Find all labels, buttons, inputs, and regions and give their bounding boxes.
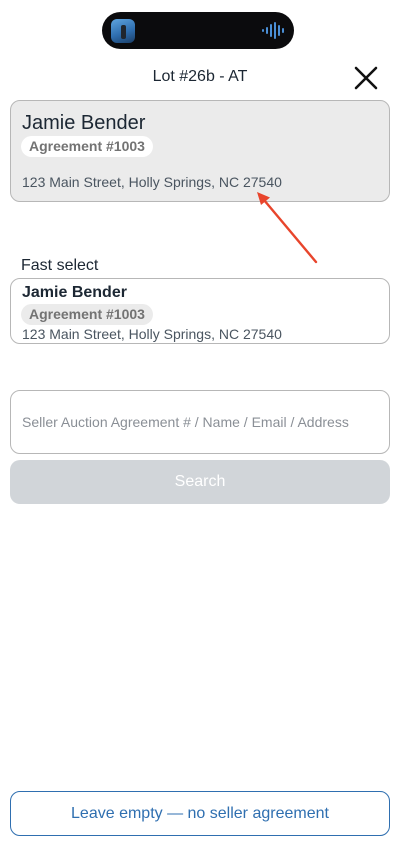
close-icon	[354, 66, 378, 90]
selected-seller-name: Jamie Bender	[22, 112, 146, 134]
search-input[interactable]	[10, 390, 390, 454]
close-button[interactable]	[353, 65, 379, 91]
audio-waveform-icon	[262, 22, 284, 39]
fast-select-seller-address: 123 Main Street, Holly Springs, NC 27540	[22, 326, 282, 342]
selected-agreement-card[interactable]: Jamie Bender Agreement #1003 123 Main St…	[10, 100, 390, 202]
fast-select-label: Fast select	[21, 257, 99, 274]
selected-agreement-badge: Agreement #1003	[21, 136, 153, 157]
selected-seller-address: 123 Main Street, Holly Springs, NC 27540	[22, 174, 282, 190]
leave-empty-button[interactable]: Leave empty — no seller agreement	[10, 791, 390, 836]
now-playing-thumbnail	[111, 19, 135, 43]
page-title: Lot #26b - AT	[152, 68, 248, 85]
fast-select-seller-name: Jamie Bender	[22, 284, 127, 301]
dynamic-island	[102, 12, 294, 49]
fast-select-item[interactable]: Jamie Bender Agreement #1003 123 Main St…	[10, 278, 390, 344]
search-button[interactable]: Search	[10, 460, 390, 504]
fast-select-agreement-badge: Agreement #1003	[21, 304, 153, 325]
